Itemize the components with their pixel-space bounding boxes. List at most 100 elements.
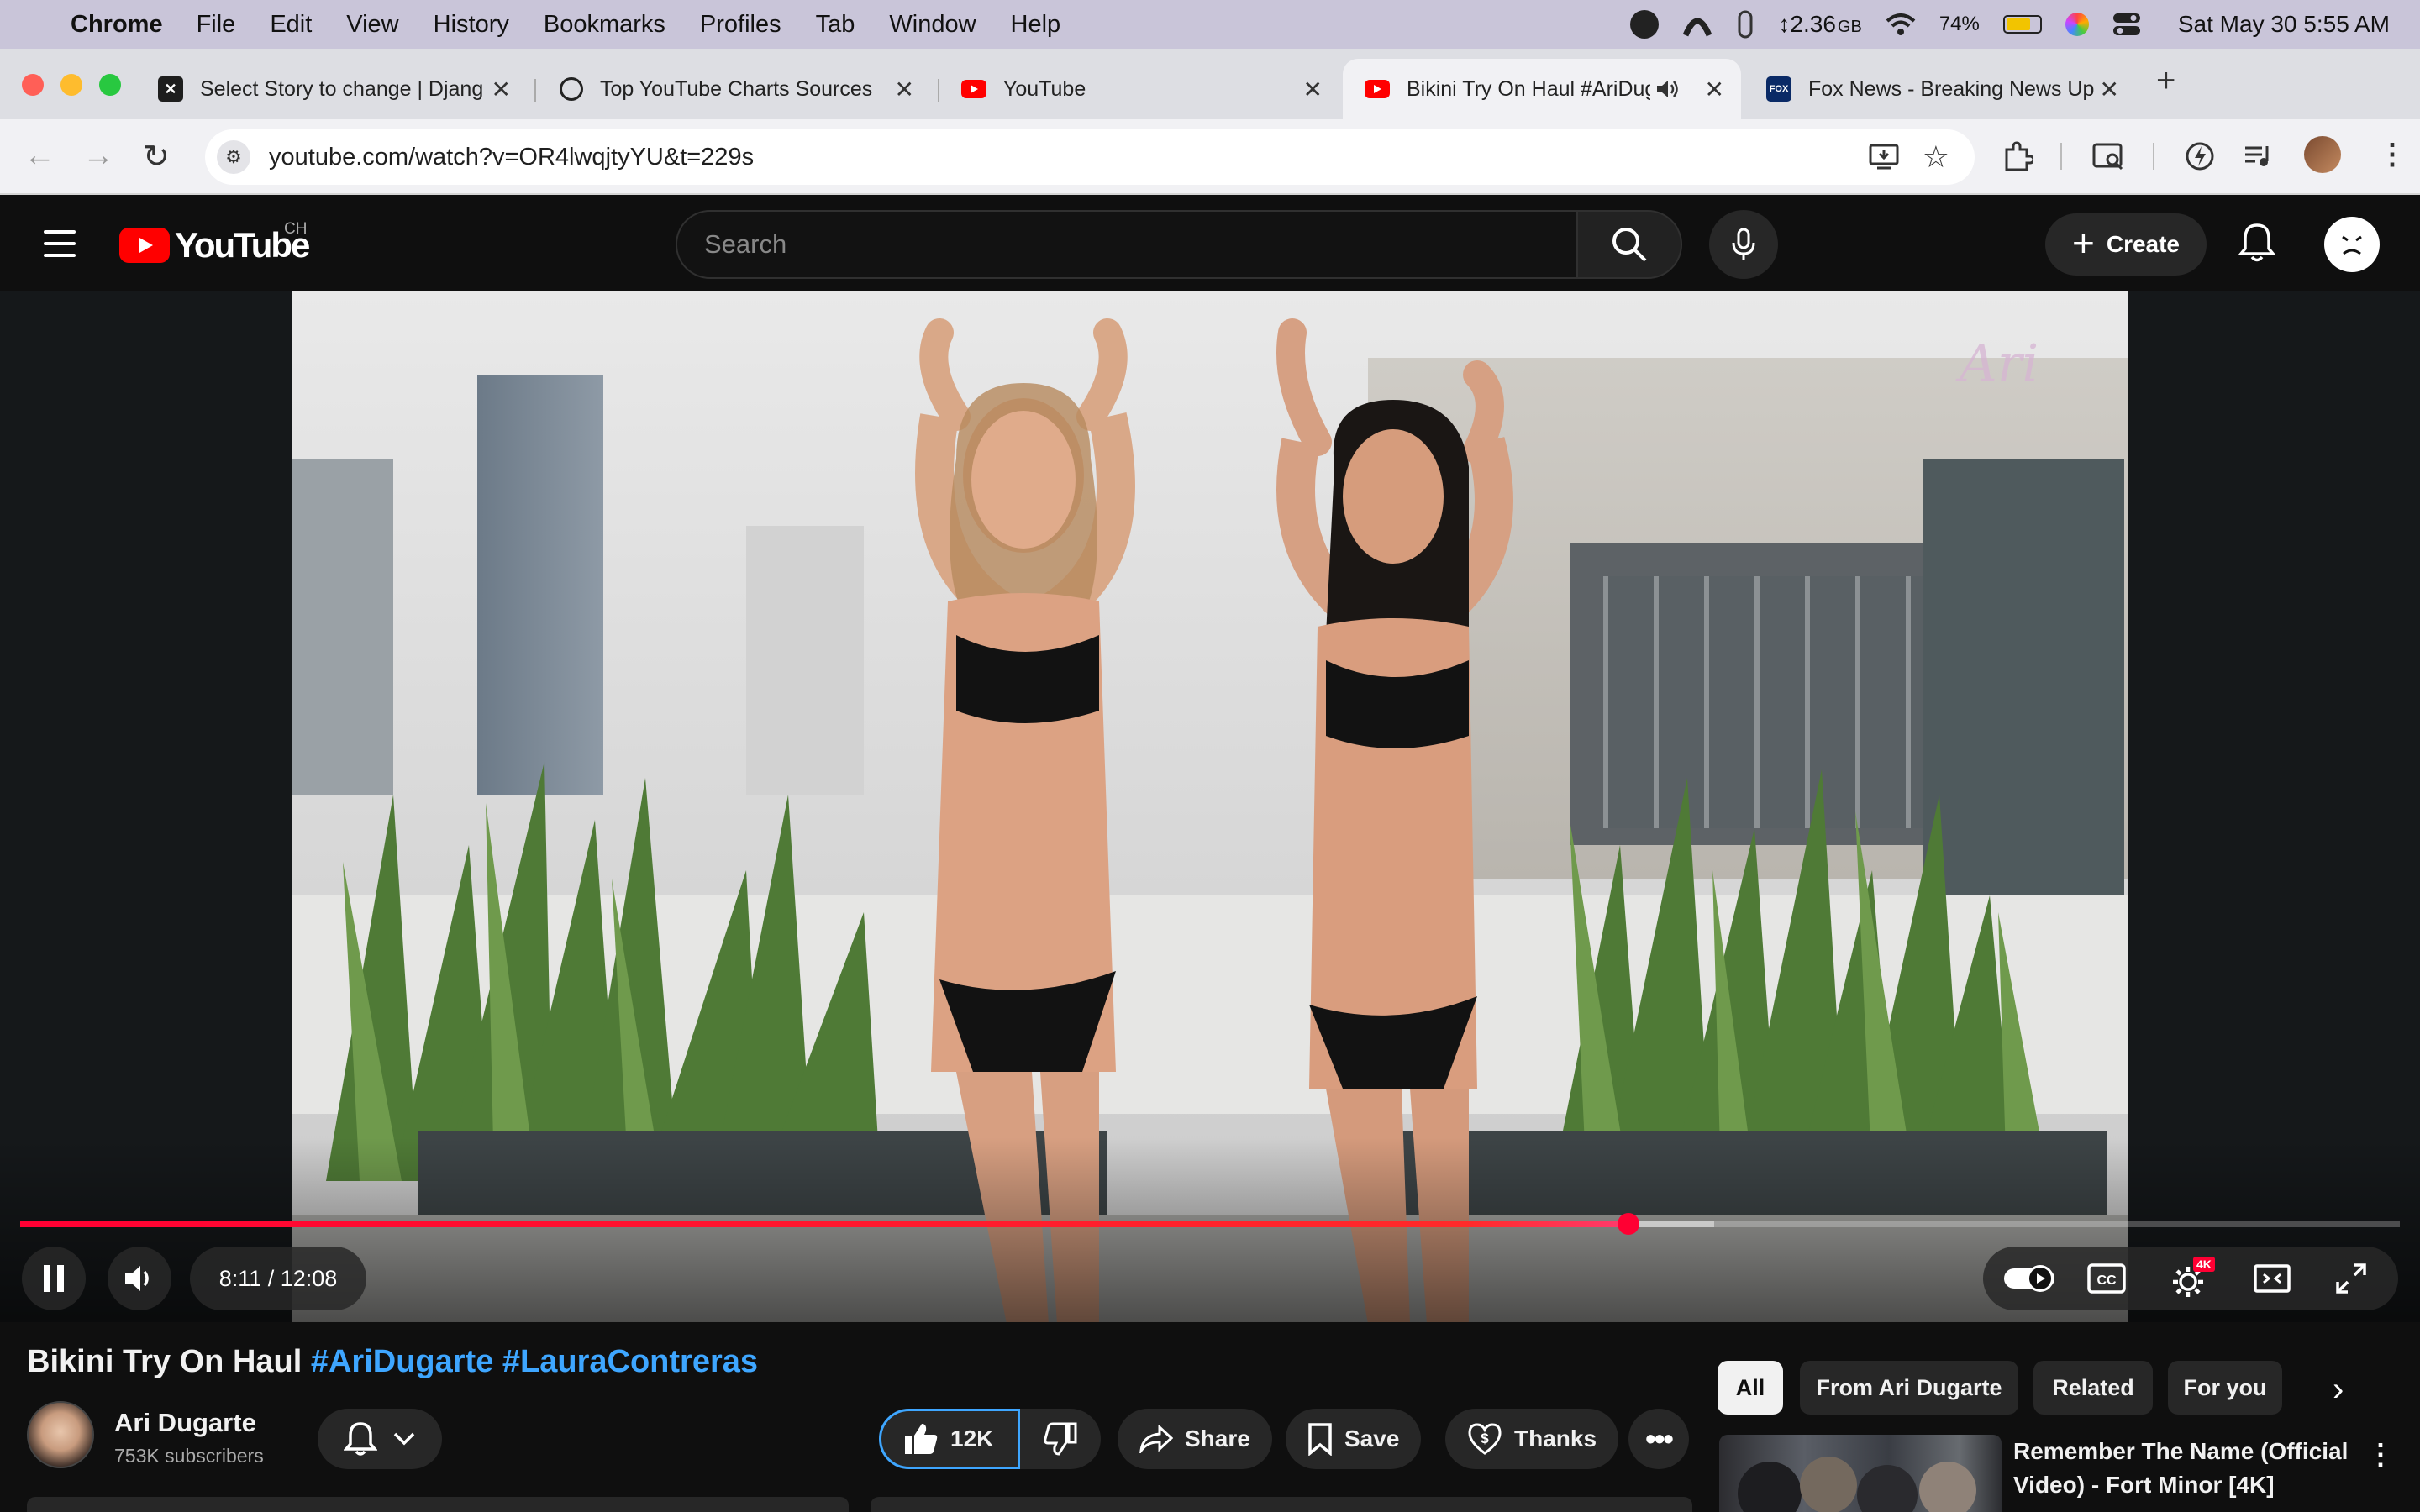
voice-search-button[interactable] — [1709, 210, 1778, 279]
menu-help[interactable]: Help — [1011, 11, 1061, 39]
color-ui-icon[interactable] — [2065, 13, 2089, 36]
subscriber-count: 753K subscribers — [114, 1445, 264, 1467]
tab-title: Bikini Try On Haul #AriDuga — [1407, 76, 1650, 101]
chrome-tabstrip: ✕ Select Story to change | Djang ✕ Top Y… — [0, 49, 2420, 119]
tab-close-icon[interactable]: ✕ — [1303, 76, 1323, 103]
menu-window[interactable]: Window — [889, 11, 976, 39]
window-zoom-button[interactable] — [99, 74, 121, 96]
tab-django[interactable]: ✕ Select Story to change | Djang ✕ — [136, 59, 528, 119]
forward-arrow-icon[interactable]: → — [82, 138, 114, 174]
bookmark-star-icon[interactable]: ☆ — [1923, 139, 1949, 175]
chip-all[interactable]: All — [1718, 1361, 1783, 1415]
share-button[interactable]: Share — [1118, 1409, 1272, 1469]
autoplay-toggle-icon[interactable] — [2003, 1264, 2057, 1293]
extensions-icon[interactable] — [2003, 141, 2033, 171]
reload-icon[interactable]: ↻ — [143, 138, 170, 176]
thanks-button[interactable]: $ Thanks — [1445, 1409, 1619, 1469]
play-pause-button[interactable] — [22, 1247, 86, 1310]
battery-icon[interactable] — [2002, 15, 2042, 34]
tab-bikini-haul[interactable]: Bikini Try On Haul #AriDuga ✕ — [1343, 59, 1741, 119]
window-close-button[interactable] — [22, 74, 44, 96]
account-avatar[interactable] — [2324, 217, 2380, 272]
more-vertical-icon[interactable]: ⋮ — [2366, 1438, 2395, 1472]
chevron-right-icon[interactable]: › — [2333, 1371, 2344, 1409]
volume-icon — [125, 1266, 149, 1291]
svg-text:$: $ — [1481, 1431, 1489, 1446]
recommendation-title-line1: Remember The Name (Official — [2013, 1438, 2349, 1464]
arc-status-icon[interactable] — [1682, 12, 1712, 37]
menu-history[interactable]: History — [434, 11, 509, 39]
channel-name[interactable]: Ari Dugarte — [114, 1408, 256, 1438]
recommendation-title[interactable]: Remember The Name (Official Video) - For… — [2013, 1435, 2383, 1502]
tab-close-icon[interactable]: ✕ — [492, 76, 511, 103]
window-minimize-button[interactable] — [60, 74, 82, 96]
macos-menubar: Chrome File Edit View History Bookmarks … — [0, 0, 2420, 49]
install-app-icon[interactable] — [1869, 144, 1899, 171]
paperclip-icon[interactable] — [1736, 10, 1754, 39]
chrome-profile-avatar[interactable] — [2304, 136, 2341, 173]
save-button[interactable]: Save — [1286, 1409, 1422, 1469]
thumbnail-image — [1738, 1457, 1976, 1512]
tab-youtube-charts[interactable]: Top YouTube Charts Sources ✕ — [538, 59, 931, 119]
subscribed-notifications-button[interactable] — [318, 1409, 442, 1469]
like-button[interactable]: 12K — [879, 1409, 1020, 1469]
search-icon — [1612, 228, 1647, 262]
chip-for-you[interactable]: For you — [2168, 1361, 2282, 1415]
video-building — [477, 375, 603, 795]
performance-icon[interactable] — [2185, 141, 2215, 171]
tab-close-icon[interactable]: ✕ — [1705, 76, 1724, 103]
chip-from-channel[interactable]: From Ari Dugarte — [1800, 1361, 2018, 1415]
miniplayer-icon[interactable] — [2254, 1264, 2291, 1293]
menu-edit[interactable]: Edit — [270, 11, 312, 39]
volume-button[interactable] — [108, 1247, 171, 1310]
chevron-down-icon — [393, 1432, 415, 1446]
wifi-icon[interactable] — [1886, 13, 1916, 36]
menu-view[interactable]: View — [346, 11, 398, 39]
fullscreen-icon[interactable] — [2334, 1262, 2368, 1295]
recommendation-thumbnail[interactable] — [1719, 1435, 2002, 1512]
dislike-button[interactable] — [1020, 1409, 1101, 1469]
site-info-icon[interactable]: ⚙ — [217, 140, 250, 174]
menubar-clock[interactable]: Sat May 30 5:55 AM — [2178, 11, 2390, 38]
menu-file[interactable]: File — [197, 11, 236, 39]
youtube-icon — [961, 80, 986, 98]
captions-icon[interactable]: CC — [2087, 1263, 2126, 1294]
address-url[interactable]: youtube.com/watch?v=OR4lwqjtyYU&t=229s — [269, 144, 754, 171]
toolbar-divider — [2153, 143, 2154, 170]
progress-bar[interactable] — [20, 1213, 2400, 1235]
address-bar[interactable]: ⚙ youtube.com/watch?v=OR4lwqjtyYU&t=229s… — [205, 129, 1975, 185]
menu-profiles[interactable]: Profiles — [700, 11, 781, 39]
guide-menu-icon[interactable] — [44, 230, 76, 257]
django-icon: ✕ — [158, 76, 183, 102]
new-tab-button[interactable]: + — [2156, 62, 2175, 100]
quality-badge: 4K — [2193, 1257, 2215, 1272]
menu-tab[interactable]: Tab — [816, 11, 855, 39]
search-input[interactable] — [677, 212, 1576, 277]
create-button[interactable]: + Create — [2045, 213, 2207, 276]
video-player[interactable]: Ari 8:11 / 12:08 CC 4K — [0, 291, 2420, 1322]
video-hashtags[interactable]: #AriDugarte #LauraContreras — [311, 1344, 758, 1379]
memory-readout[interactable]: ↕2.36 GB — [1778, 11, 1861, 38]
notifications-bell-icon[interactable] — [2238, 222, 2275, 264]
menu-bookmarks[interactable]: Bookmarks — [544, 11, 666, 39]
more-actions-button[interactable]: ••• — [1628, 1409, 1689, 1469]
description-box-edge — [27, 1497, 849, 1512]
status-app-icon[interactable] — [1630, 10, 1660, 39]
tab-youtube[interactable]: YouTube ✕ — [939, 59, 1339, 119]
tab-search-icon[interactable] — [2092, 143, 2126, 171]
control-center-icon[interactable] — [2112, 12, 2141, 37]
tab-close-icon[interactable]: ✕ — [895, 76, 914, 103]
tab-close-icon[interactable]: ✕ — [2100, 76, 2119, 103]
chip-related[interactable]: Related — [2033, 1361, 2153, 1415]
youtube-header: YouTube CH + Create — [0, 197, 2420, 291]
media-controls-icon[interactable] — [2244, 143, 2274, 170]
back-arrow-icon[interactable]: ← — [24, 138, 55, 174]
search-button[interactable] — [1576, 210, 1682, 279]
channel-avatar[interactable] — [27, 1401, 94, 1468]
menubar-app-name[interactable]: Chrome — [71, 11, 163, 39]
tab-fox-news[interactable]: FOX Fox News - Breaking News Up ✕ — [1744, 59, 2136, 119]
tab-audio-icon[interactable] — [1655, 78, 1681, 100]
kebab-menu-icon[interactable]: ⋮ — [2378, 138, 2407, 171]
search-box — [676, 210, 1578, 279]
youtube-logo[interactable]: YouTube CH — [119, 220, 310, 265]
